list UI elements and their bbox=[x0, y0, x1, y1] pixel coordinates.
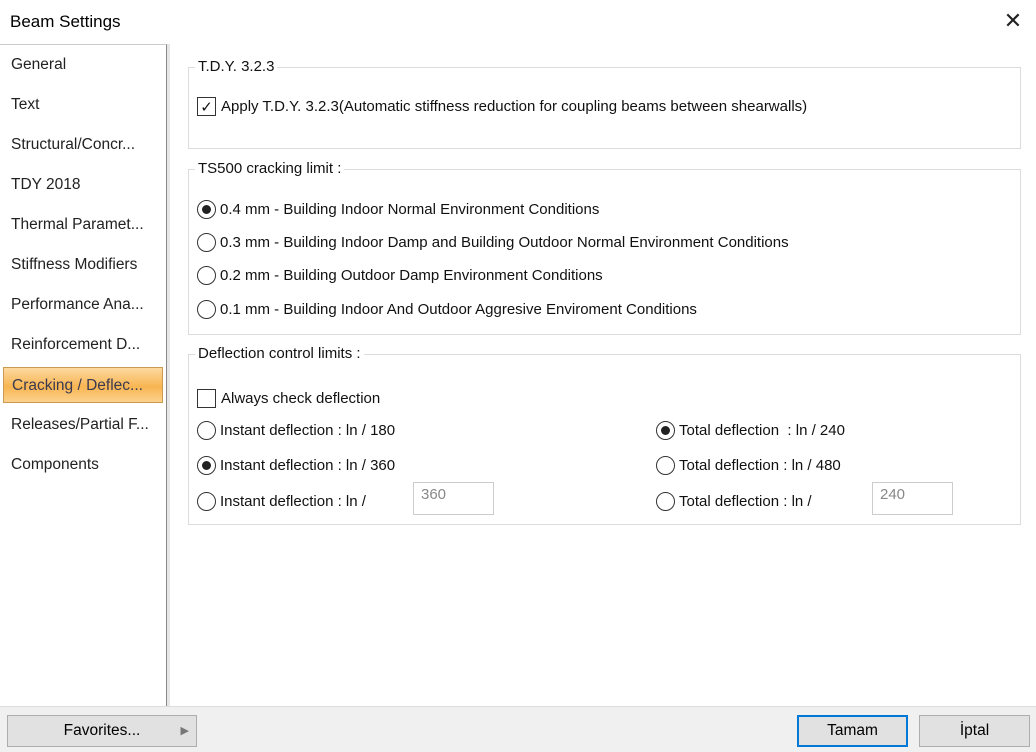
deflection-legend: Deflection control limits : bbox=[195, 345, 364, 362]
radio-icon bbox=[197, 492, 216, 511]
sidebar-item-components[interactable]: Components bbox=[3, 447, 163, 483]
tdy-legend: T.D.Y. 3.2.3 bbox=[195, 58, 278, 75]
arrow-right-icon: ▶ bbox=[180, 725, 189, 737]
favorites-label: Favorites... bbox=[63, 722, 141, 739]
instant-custom-radio[interactable]: Instant deflection : ln / bbox=[197, 492, 366, 511]
cracking-radio-0.4[interactable]: 0.4 mm - Building Indoor Normal Environm… bbox=[197, 200, 599, 219]
option-label: Instant deflection : ln / 360 bbox=[220, 457, 396, 474]
close-icon[interactable]: ✕ bbox=[1000, 8, 1026, 34]
sidebar: General Text Structural/Concr... TDY 201… bbox=[0, 44, 167, 706]
total-custom-radio[interactable]: Total deflection : ln / bbox=[656, 492, 812, 511]
footer-bar: Favorites... ▶ Tamam İptal bbox=[0, 706, 1036, 752]
window-title: Beam Settings bbox=[10, 12, 121, 31]
apply-tdy-checkbox[interactable]: ✓ Apply T.D.Y. 3.2.3(Automatic stiffness… bbox=[197, 97, 807, 116]
radio-icon bbox=[656, 421, 675, 440]
always-check-checkbox[interactable]: Always check deflection bbox=[197, 389, 380, 408]
cancel-button[interactable]: İptal bbox=[919, 715, 1030, 747]
cracking-radio-0.2[interactable]: 0.2 mm - Building Outdoor Damp Environme… bbox=[197, 266, 603, 285]
radio-icon bbox=[197, 200, 216, 219]
total-custom-input[interactable]: 240 bbox=[872, 482, 953, 515]
total-240-radio[interactable]: Total deflection : ln / 240 bbox=[656, 421, 845, 440]
instant-custom-input[interactable]: 360 bbox=[413, 482, 494, 515]
checkbox-icon bbox=[197, 389, 216, 408]
instant-180-radio[interactable]: Instant deflection : ln / 180 bbox=[197, 421, 395, 440]
sidebar-item-general[interactable]: General bbox=[3, 47, 163, 83]
sidebar-item-cracking[interactable]: Cracking / Deflec... bbox=[3, 367, 163, 403]
cracking-legend: TS500 cracking limit : bbox=[195, 160, 345, 177]
radio-icon bbox=[197, 421, 216, 440]
option-label: 0.1 mm - Building Indoor And Outdoor Agg… bbox=[220, 301, 697, 318]
sidebar-item-text[interactable]: Text bbox=[3, 87, 163, 123]
sidebar-item-releases[interactable]: Releases/Partial F... bbox=[3, 407, 163, 443]
sidebar-item-performance[interactable]: Performance Ana... bbox=[3, 287, 163, 323]
radio-icon bbox=[197, 300, 216, 319]
deflection-group: Deflection control limits : Always check… bbox=[188, 345, 1021, 525]
cracking-radio-0.1[interactable]: 0.1 mm - Building Indoor And Outdoor Agg… bbox=[197, 300, 697, 319]
option-label: 0.2 mm - Building Outdoor Damp Environme… bbox=[220, 267, 603, 284]
radio-icon bbox=[197, 456, 216, 475]
radio-icon bbox=[197, 233, 216, 252]
favorites-button[interactable]: Favorites... ▶ bbox=[7, 715, 197, 747]
sidebar-item-structural[interactable]: Structural/Concr... bbox=[3, 127, 163, 163]
tdy-group: T.D.Y. 3.2.3 ✓ Apply T.D.Y. 3.2.3(Automa… bbox=[188, 58, 1021, 149]
splitter bbox=[167, 44, 170, 706]
sidebar-item-thermal[interactable]: Thermal Paramet... bbox=[3, 207, 163, 243]
option-label: Total deflection : ln / 480 bbox=[679, 457, 841, 474]
radio-icon bbox=[656, 456, 675, 475]
option-label: Total deflection : ln / bbox=[679, 493, 812, 510]
always-check-label: Always check deflection bbox=[221, 390, 381, 407]
check-icon: ✓ bbox=[197, 97, 216, 116]
sidebar-item-tdy2018[interactable]: TDY 2018 bbox=[3, 167, 163, 203]
cracking-radio-0.3[interactable]: 0.3 mm - Building Indoor Damp and Buildi… bbox=[197, 233, 789, 252]
sidebar-item-stiffness[interactable]: Stiffness Modifiers bbox=[3, 247, 163, 283]
apply-tdy-label: Apply T.D.Y. 3.2.3(Automatic stiffness r… bbox=[221, 98, 808, 115]
option-label: 0.3 mm - Building Indoor Damp and Buildi… bbox=[220, 234, 789, 251]
radio-icon bbox=[656, 492, 675, 511]
option-label: Total deflection : ln / 240 bbox=[679, 422, 845, 439]
cracking-group: TS500 cracking limit : 0.4 mm - Building… bbox=[188, 160, 1021, 335]
sidebar-item-reinforcement[interactable]: Reinforcement D... bbox=[3, 327, 163, 363]
total-480-radio[interactable]: Total deflection : ln / 480 bbox=[656, 456, 841, 475]
radio-icon bbox=[197, 266, 216, 285]
ok-button[interactable]: Tamam bbox=[797, 715, 908, 747]
option-label: Instant deflection : ln / 180 bbox=[220, 422, 396, 439]
instant-360-radio[interactable]: Instant deflection : ln / 360 bbox=[197, 456, 395, 475]
option-label: Instant deflection : ln / bbox=[220, 493, 366, 510]
option-label: 0.4 mm - Building Indoor Normal Environm… bbox=[220, 201, 600, 218]
